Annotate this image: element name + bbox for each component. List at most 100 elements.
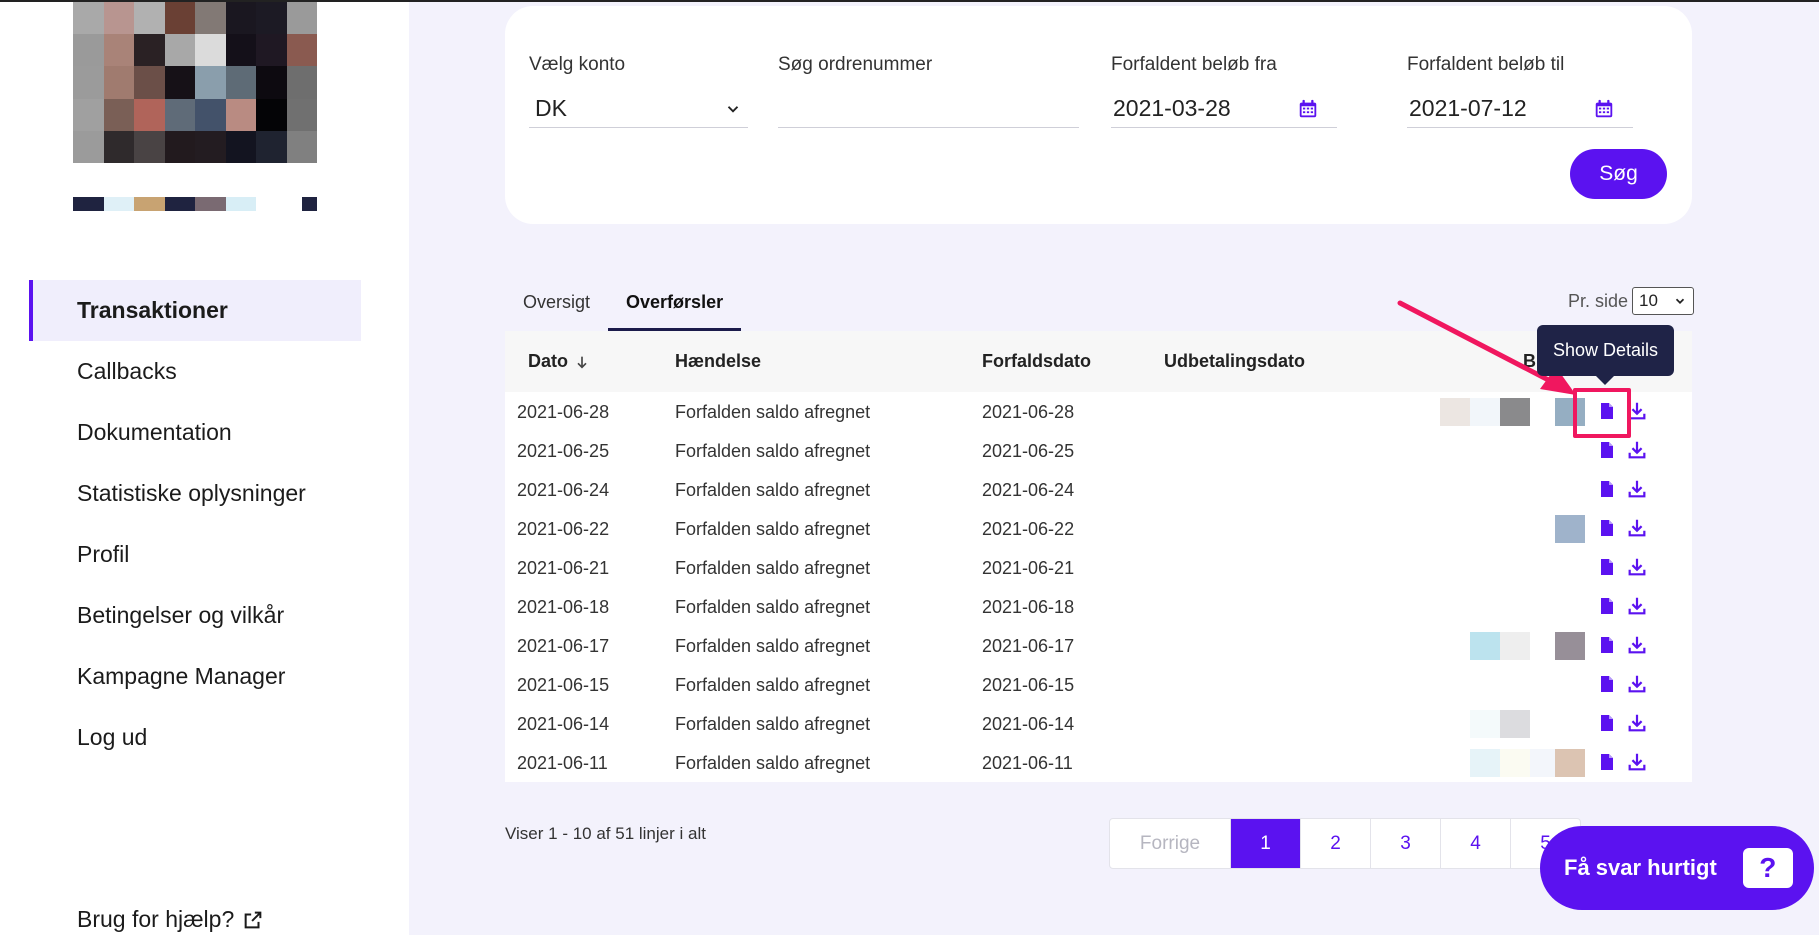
table-row: 2021-06-15 Forfalden saldo afregnet 2021… (505, 665, 1692, 704)
pagination-page-1[interactable]: 1 (1230, 819, 1300, 868)
show-details-icon[interactable] (1599, 441, 1615, 459)
download-icon[interactable] (1626, 751, 1648, 773)
calendar-icon[interactable] (1593, 98, 1615, 120)
account-field: Vælg konto DK (529, 54, 748, 128)
download-icon[interactable] (1626, 634, 1648, 656)
tab-oversigt[interactable]: Oversigt (505, 282, 608, 331)
tab-overforsler[interactable]: Overførsler (608, 282, 742, 331)
pagination: Forrige 1 2 3 4 5 (1109, 818, 1581, 869)
download-icon[interactable] (1626, 556, 1648, 578)
highlight-box (1573, 388, 1631, 438)
sidebar-item-betingelser[interactable]: Betingelser og vilkår (29, 585, 361, 646)
sidebar-item-statistik[interactable]: Statistiske oplysninger (29, 463, 361, 524)
column-payout-header: Udbetalingsdato (1164, 351, 1306, 371)
sidebar-item-callbacks[interactable]: Callbacks (29, 341, 361, 402)
order-label: Søg ordrenummer (778, 54, 933, 75)
row-event: Forfalden saldo afregnet (675, 480, 871, 500)
download-icon[interactable] (1626, 712, 1648, 734)
table-row: 2021-06-14 Forfalden saldo afregnet 2021… (505, 704, 1692, 743)
sort-arrow-down-icon (577, 356, 587, 369)
download-icon[interactable] (1626, 517, 1648, 539)
show-details-icon[interactable] (1599, 753, 1615, 771)
redacted-cell (1555, 632, 1585, 660)
row-due-date: 2021-06-18 (982, 597, 1075, 617)
sidebar-nav: Transaktioner Callbacks Dokumentation St… (29, 280, 361, 768)
show-details-icon[interactable] (1599, 675, 1615, 693)
show-details-icon[interactable] (1599, 636, 1615, 654)
row-due-date: 2021-06-14 (982, 714, 1075, 734)
table-row: 2021-06-18 Forfalden saldo afregnet 2021… (505, 587, 1692, 626)
row-due-date: 2021-06-25 (982, 441, 1075, 461)
order-search-input[interactable] (778, 90, 1079, 128)
sidebar-item-dokumentation[interactable]: Dokumentation (29, 402, 361, 463)
show-details-icon[interactable] (1599, 480, 1615, 498)
chevron-down-icon (1675, 298, 1685, 304)
download-icon[interactable] (1626, 439, 1648, 461)
pagination-page-2[interactable]: 2 (1300, 819, 1370, 868)
showing-count: Viser 1 - 10 af 51 linjer i alt (505, 824, 706, 843)
download-icon[interactable] (1626, 478, 1648, 500)
sidebar-item-profil[interactable]: Profil (29, 524, 361, 585)
pagination-page-3[interactable]: 3 (1370, 819, 1440, 868)
row-due-date: 2021-06-21 (982, 558, 1075, 578)
show-details-tooltip: Show Details (1537, 325, 1674, 376)
filter-card: Vælg konto DK Søg ordrenummer Forfaldent… (505, 6, 1692, 224)
table-row: 2021-06-17 Forfalden saldo afregnet 2021… (505, 626, 1692, 665)
chat-help-button[interactable]: Få svar hurtigt ? (1540, 826, 1814, 910)
row-date: 2021-06-18 (517, 597, 610, 617)
search-button[interactable]: Søg (1570, 149, 1667, 199)
amount-from-value: 2021-03-28 (1113, 95, 1231, 121)
calendar-icon[interactable] (1297, 98, 1319, 120)
redacted-cell (1500, 749, 1530, 777)
table-row: 2021-06-25 Forfalden saldo afregnet 2021… (505, 431, 1692, 470)
show-details-icon[interactable] (1599, 519, 1615, 537)
row-due-date: 2021-06-15 (982, 675, 1075, 695)
row-event: Forfalden saldo afregnet (675, 558, 871, 578)
row-event: Forfalden saldo afregnet (675, 597, 871, 617)
redacted-cell (1555, 749, 1585, 777)
row-event: Forfalden saldo afregnet (675, 753, 871, 773)
sidebar-item-transaktioner[interactable]: Transaktioner (29, 280, 361, 341)
chat-help-label: Få svar hurtigt (1564, 855, 1717, 880)
pagination-page-4[interactable]: 4 (1440, 819, 1510, 868)
tab-bar: Oversigt Overførsler (505, 282, 742, 331)
amount-to-label: Forfaldent beløb til (1407, 54, 1565, 75)
row-date: 2021-06-14 (517, 714, 610, 734)
row-event: Forfalden saldo afregnet (675, 402, 871, 422)
redacted-cell (1470, 710, 1500, 738)
redacted-cell (1470, 632, 1500, 660)
row-date: 2021-06-25 (517, 441, 610, 461)
redacted-cell (1500, 710, 1530, 738)
sidebar-item-logout[interactable]: Log ud (29, 707, 361, 768)
chevron-down-icon (727, 105, 739, 113)
show-details-icon[interactable] (1599, 597, 1615, 615)
per-page-value: 10 (1639, 291, 1658, 310)
column-date-header[interactable]: Dato (528, 351, 590, 372)
help-link[interactable]: Brug for hjælp? (77, 906, 264, 933)
account-value: DK (535, 95, 567, 121)
download-icon[interactable] (1626, 673, 1648, 695)
sidebar-item-kampagne[interactable]: Kampagne Manager (29, 646, 361, 707)
per-page-select[interactable]: 10 (1632, 287, 1695, 315)
table-row: 2021-06-11 Forfalden saldo afregnet 2021… (505, 743, 1692, 782)
row-event: Forfalden saldo afregnet (675, 636, 871, 656)
download-icon[interactable] (1626, 595, 1648, 617)
row-date: 2021-06-15 (517, 675, 610, 695)
amount-to-input[interactable]: 2021-07-12 (1407, 90, 1633, 128)
logo-image[interactable] (73, 2, 317, 163)
show-details-icon[interactable] (1599, 558, 1615, 576)
pagination-prev[interactable]: Forrige (1110, 819, 1230, 868)
external-link-icon (244, 911, 262, 928)
show-details-icon[interactable] (1599, 714, 1615, 732)
row-due-date: 2021-06-17 (982, 636, 1075, 656)
amount-from-input[interactable]: 2021-03-28 (1111, 90, 1337, 128)
row-due-date: 2021-06-28 (982, 402, 1075, 422)
chat-bubble-icon: ? (1742, 848, 1793, 888)
row-due-date: 2021-06-22 (982, 519, 1075, 539)
account-select[interactable]: DK (529, 90, 748, 128)
row-event: Forfalden saldo afregnet (675, 519, 871, 539)
redacted-cell (1500, 632, 1530, 660)
account-label: Vælg konto (529, 54, 626, 75)
amount-from-field: Forfaldent beløb fra 2021-03-28 (1111, 54, 1337, 128)
row-date: 2021-06-11 (517, 753, 608, 773)
